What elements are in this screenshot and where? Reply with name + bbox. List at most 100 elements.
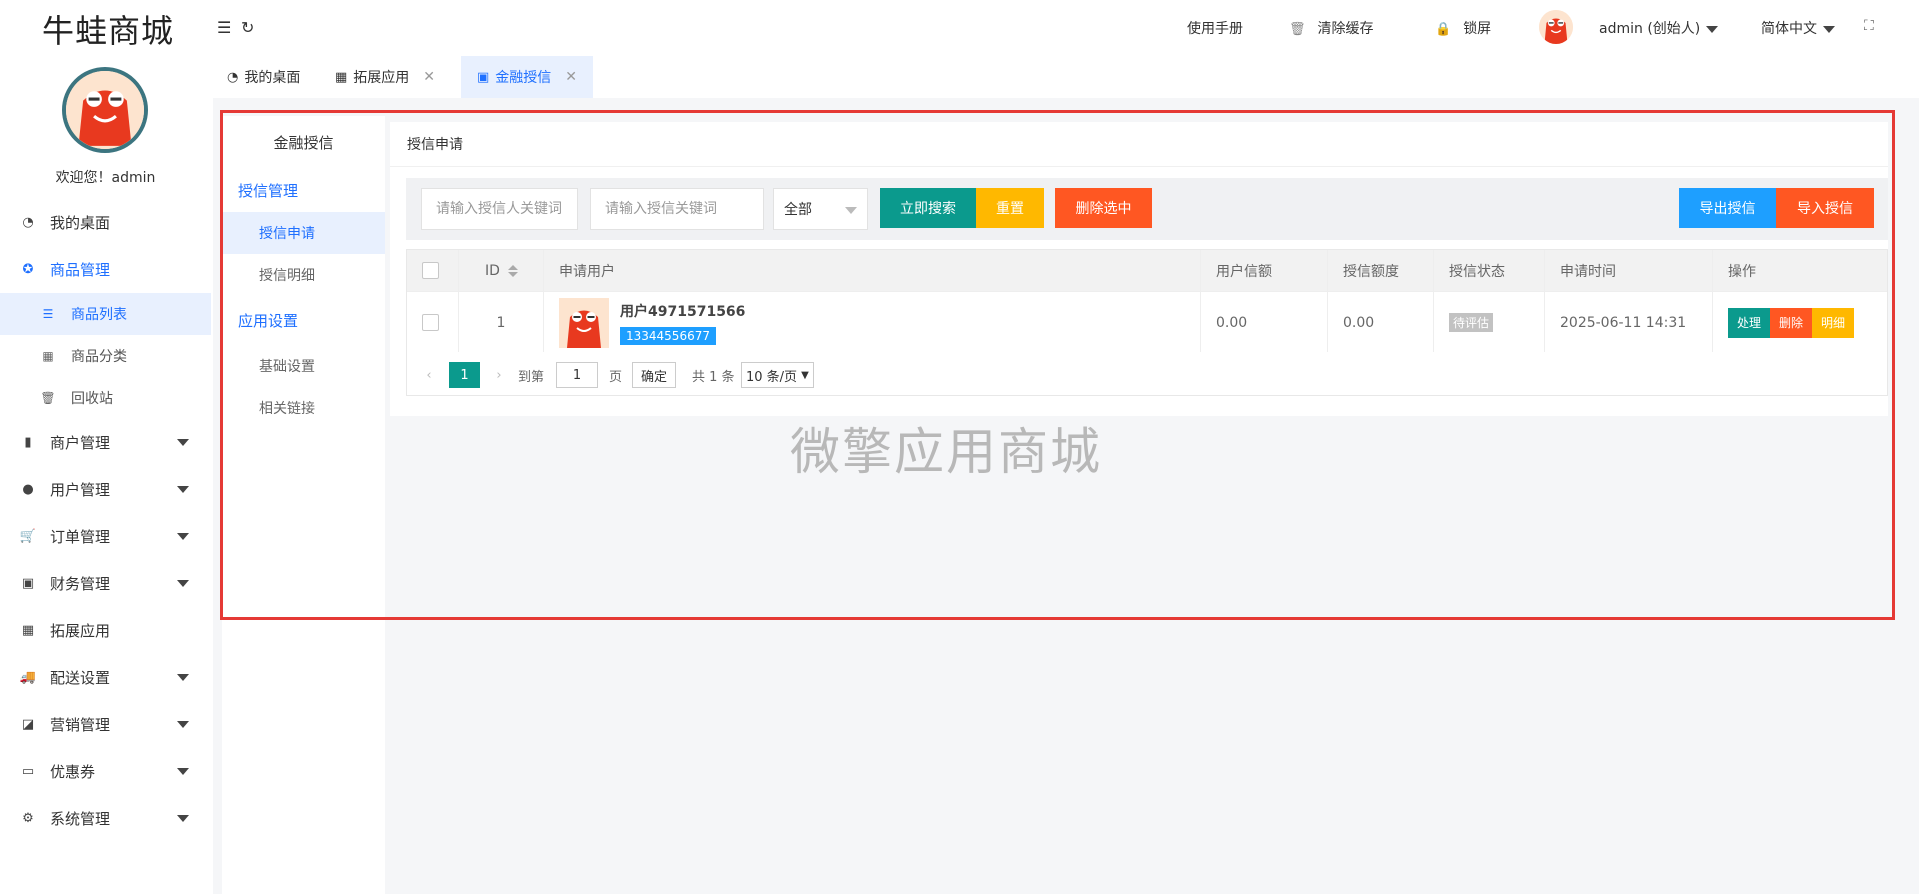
subnav-item-credit-apply[interactable]: 授信申请 [222,212,385,254]
sidebar-item-label: 商品管理 [50,261,111,279]
sidebar-item-coupons[interactable]: ▭ 优惠券 [0,748,211,795]
row-id: 1 [459,292,544,353]
chevron-down-icon [845,207,857,214]
gear-icon: ⚙ [22,811,34,826]
chevron-down-icon [177,768,189,775]
subnav-item-basic-settings[interactable]: 基础设置 [222,345,385,387]
sidebar-item-finance[interactable]: ▣ 财务管理 [0,560,211,607]
tab-apps[interactable]: ▦ 拓展应用 ✕ [319,56,451,98]
user-avatar [559,297,609,348]
detail-button[interactable]: 明细 [1812,307,1855,338]
subnav-group-credit[interactable]: 授信管理 [238,180,298,201]
row-status-cell: 待评估 [1434,292,1545,353]
process-button[interactable]: 处理 [1728,307,1771,338]
select-all-checkbox[interactable] [422,262,439,279]
search-button[interactable]: 立即搜索 [880,188,976,228]
sidebar-item-users[interactable]: ● 用户管理 [0,466,211,513]
credit-apply-panel: 授信申请 全部 立即搜索 重置 删除选中 导出授信 导入授信 ID 申请用户 用… [390,122,1888,416]
cart-icon: 🛒 [19,529,37,544]
app-subnav: 金融授信 授信管理 授信申请 授信明细 应用设置 基础设置 相关链接 [222,116,385,894]
sidebar-item-goods[interactable]: ✪ 商品管理 [0,246,211,293]
import-credit-button[interactable]: 导入授信 [1776,188,1874,228]
manual-link[interactable]: 使用手册 [1187,18,1243,38]
sidebar-item-apps[interactable]: ▦ 拓展应用 [0,607,211,654]
table-row: 1 用户4971571566 13344556677 0.00 0.00 待评估… [407,292,1887,354]
sidebar-item-system[interactable]: ⚙ 系统管理 [0,795,211,842]
truck-icon: 🚚 [19,670,37,685]
language-select[interactable]: 简体中文 [1761,18,1835,38]
lock-screen-button[interactable]: 🔒 锁屏 [1435,18,1491,38]
subnav-item-credit-detail[interactable]: 授信明细 [222,254,385,296]
chevron-down-icon [177,486,189,493]
col-credit-limit: 授信额度 [1328,250,1434,291]
row-checkbox[interactable] [422,314,439,331]
row-actions: 处理 删除 明细 [1713,292,1887,353]
tab-label: 拓展应用 [353,70,410,86]
row-select-cell [407,292,459,353]
subnav-group-settings[interactable]: 应用设置 [238,310,298,331]
sidebar-item-delivery[interactable]: 🚚 配送设置 [0,654,211,701]
tab-dashboard[interactable]: ◔ 我的桌面 [211,56,316,98]
goto-confirm-button[interactable]: 确定 [632,362,677,388]
subnav-item-links[interactable]: 相关链接 [222,387,385,429]
col-time: 申请时间 [1545,250,1713,291]
col-label: ID [485,262,500,279]
sidebar-item-label: 系统管理 [50,810,111,828]
fullscreen-icon[interactable]: ⛶ [1864,18,1874,34]
chevron-down-icon [177,674,189,681]
sidebar-item-dashboard[interactable]: ◔ 我的桌面 [0,199,211,246]
chevron-down-icon [1823,25,1835,33]
sidebar-item-goods-list[interactable]: ☰ 商品列表 [0,293,211,335]
language-label: 简体中文 [1761,21,1817,37]
delete-selected-button[interactable]: 删除选中 [1055,188,1152,228]
chevron-down-icon [177,721,189,728]
sidebar-item-marketing[interactable]: ◪ 营销管理 [0,701,211,748]
sidebar-item-goods-category[interactable]: ▦ 商品分类 [0,335,211,377]
page-tabs: ◔ 我的桌面 ▦ 拓展应用 ✕ ▣ 金融授信 ✕ [211,56,1919,98]
sidebar-item-label: 营销管理 [50,716,111,734]
lock-icon: 🔒 [1435,22,1452,37]
sort-icon[interactable] [507,264,518,277]
tab-finance-credit[interactable]: ▣ 金融授信 ✕ [461,56,594,98]
row-user: 用户4971571566 13344556677 [544,292,1201,353]
prev-page-icon[interactable]: ‹ [421,362,437,388]
lock-label: 锁屏 [1463,21,1492,37]
user-menu[interactable]: admin (创始人) [1599,18,1719,38]
col-id[interactable]: ID [459,250,544,291]
col-user-credit: 用户信额 [1201,250,1328,291]
reset-button[interactable]: 重置 [976,188,1044,228]
sidebar-item-orders[interactable]: 🛒 订单管理 [0,513,211,560]
refresh-icon[interactable]: ↻ [241,18,254,37]
watermark-text: 微擎应用商城 [790,423,1102,481]
sidebar-item-recycle[interactable]: 🗑 回收站 [0,377,211,419]
coupon-icon: ▭ [21,764,35,779]
collapse-menu-icon[interactable]: ☰ [217,18,231,37]
row-action-group: 处理 删除 明细 [1728,307,1855,338]
sidebar-item-label: 配送设置 [50,669,111,687]
user-menu-label: admin (创始人) [1599,21,1701,37]
clear-cache-button[interactable]: 🗑 清除缓存 [1289,18,1374,38]
sidebar-item-label: 商品分类 [71,349,127,365]
status-badge: 待评估 [1449,313,1494,332]
marketing-icon: ◪ [21,717,35,732]
export-credit-button[interactable]: 导出授信 [1679,188,1776,228]
sidebar-item-label: 用户管理 [50,481,111,499]
close-icon[interactable]: ✕ [565,69,577,85]
header-avatar[interactable] [1539,10,1573,44]
sidebar-item-merchant[interactable]: ▮ 商户管理 [0,419,211,466]
delete-button[interactable]: 删除 [1770,307,1813,338]
goto-page-input[interactable] [556,362,598,388]
search-toolbar: 全部 立即搜索 重置 删除选中 导出授信 导入授信 [406,178,1888,240]
tab-label: 金融授信 [495,70,552,86]
page-size-value: 10 条/页 [746,369,798,385]
chevron-down-icon [177,580,189,587]
search-user-input[interactable] [421,188,578,230]
search-credit-input[interactable] [590,188,764,230]
sidebar: 牛蛙商城 欢迎您！admin ◔ 我的桌面 ✪ 商品管理 ☰ 商品列表 ▦ 商品… [0,0,211,894]
close-icon[interactable]: ✕ [423,69,435,85]
user-info: 用户4971571566 13344556677 [620,301,745,345]
page-current[interactable]: 1 [449,362,480,388]
status-select[interactable]: 全部 [773,188,868,230]
page-size-select[interactable]: 10 条/页 ▼ [741,362,814,388]
next-page-icon[interactable]: › [491,362,507,388]
